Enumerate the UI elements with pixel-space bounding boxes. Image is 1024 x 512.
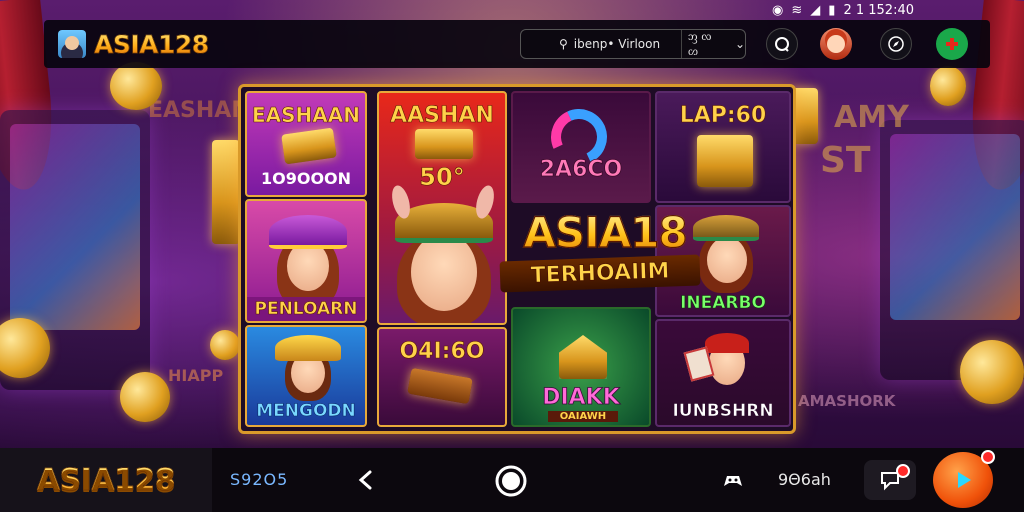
game-title: PENLOARN	[247, 297, 365, 321]
game-tile[interactable]: 2A6CO	[511, 91, 651, 203]
temple-icon	[559, 335, 607, 379]
coin-decoration	[120, 372, 170, 422]
notification-badge	[896, 464, 910, 478]
status-bar: ◉ ≋ ◢ ▮ 2 1 152:40	[772, 0, 914, 20]
bg-label-right-mid: ST	[820, 140, 871, 181]
gold-bar-icon	[415, 129, 473, 159]
chat-icon[interactable]	[766, 28, 798, 60]
chevron-down-icon: ⌄	[734, 37, 745, 51]
game-caption: O4I:6O	[399, 339, 485, 365]
game-title: MENGODN	[256, 401, 356, 422]
header-bar: ASIA128 ⚲ ibenp• Virloon ᦀ ᦟ ᦠ ⌄	[44, 20, 990, 68]
wifi-icon: ≋	[791, 2, 803, 18]
game-tile[interactable]: O4I:6O	[377, 327, 507, 427]
language-select[interactable]: ᦀ ᦟ ᦠ ⌄	[681, 29, 745, 58]
coin-decoration	[930, 66, 966, 106]
user-avatar[interactable]	[58, 30, 86, 58]
coin-decoration	[960, 340, 1024, 404]
game-tile[interactable]: DIAKK OAIAWH	[511, 307, 651, 427]
game-title: EASHAAN	[252, 103, 361, 128]
gold-bar-decoration	[212, 140, 240, 244]
game-caption: 1O9OOON	[260, 169, 352, 188]
profile-avatar[interactable]	[820, 28, 852, 60]
status-time: 2 1 152:40	[843, 2, 914, 18]
search-input[interactable]: ⚲ ibenp• Virloon ᦀ ᦟ ᦠ ⌄	[520, 29, 746, 59]
add-icon[interactable]	[936, 28, 968, 60]
game-tile[interactable]: MENGODN	[245, 325, 367, 427]
bg-label-right-bottom: AMASHORK	[798, 392, 896, 410]
signal-icon: ◢	[810, 2, 821, 18]
treasure-chest-icon	[697, 135, 753, 187]
character-face	[707, 237, 747, 283]
game-tile[interactable]: IUNBSHRN	[655, 319, 791, 427]
chocolate-bar-icon	[407, 367, 473, 405]
game-tile[interactable]: PENLOARN	[245, 199, 367, 323]
search-placeholder: ibenp• Virloon	[573, 37, 661, 51]
coin-decoration	[110, 62, 162, 110]
app-screen: EASHAN HIAPP AMY ST AMASHORK ◉ ≋ ◢ ▮ 2 1…	[0, 0, 1024, 512]
character-face	[411, 233, 477, 311]
bottom-brand-logo[interactable]: ASIA128	[0, 448, 212, 512]
character-hat	[275, 335, 341, 361]
chat-bubble-icon[interactable]	[864, 460, 916, 500]
notification-icon: ◉	[772, 2, 784, 18]
game-title: INEARBO	[680, 293, 766, 314]
bg-label-left-bottom: HIAPP	[168, 366, 224, 385]
game-title: IUNBSHRN	[672, 401, 774, 422]
game-caption: OAIAWH	[548, 411, 618, 422]
bg-label-right-top: AMY	[834, 100, 909, 135]
game-tile[interactable]: AASHAN 50°	[377, 91, 507, 325]
game-tile[interactable]: LAP:60	[655, 91, 791, 203]
coin-decoration	[210, 330, 240, 360]
select-value: ᦀ ᦟ ᦠ	[688, 29, 712, 58]
compass-icon[interactable]	[880, 28, 912, 60]
home-circle-icon[interactable]	[492, 462, 530, 500]
promo-code: S92O5	[230, 470, 289, 489]
search-icon: ⚲	[559, 37, 568, 51]
promo-title: ASIA18	[505, 207, 705, 257]
bottom-nav: ASIA128 S92O5 9Θ6ah	[0, 448, 1024, 512]
game-title: AASHAN	[390, 103, 494, 129]
game-grid-panel: EASHAAN 1O9OOON PENLOARN MENGODN AASHAN …	[238, 84, 796, 434]
game-title: LAP:60	[679, 103, 767, 129]
battery-icon: ▮	[828, 2, 836, 18]
gold-bar-icon	[281, 127, 337, 165]
brand-logo[interactable]: ASIA128	[94, 29, 210, 59]
game-controller-icon[interactable]	[716, 464, 750, 498]
play-icon[interactable]	[933, 450, 995, 508]
play-badge	[981, 450, 995, 464]
bg-label-left: EASHAN	[148, 98, 250, 123]
character-hat	[269, 215, 347, 249]
game-tile[interactable]: EASHAAN 1O9OOON	[245, 91, 367, 197]
bottom-label: 9Θ6ah	[778, 470, 831, 489]
game-title: DIAKK	[542, 385, 620, 411]
game-caption: 2A6CO	[539, 157, 623, 183]
back-icon[interactable]	[350, 464, 382, 496]
